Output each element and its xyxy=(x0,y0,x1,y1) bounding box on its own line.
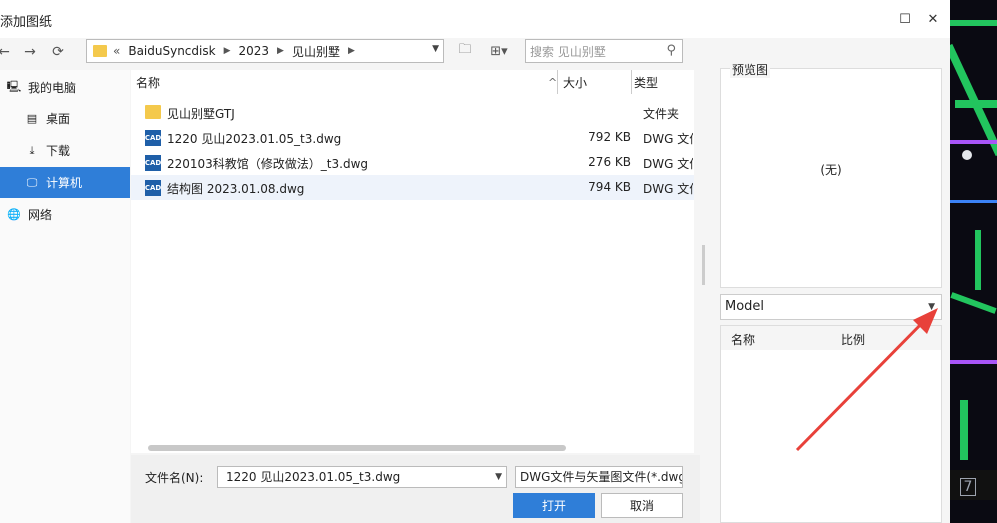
monitor-icon: 🖵 xyxy=(26,175,38,189)
breadcrumb-overflow[interactable]: « xyxy=(113,44,120,58)
chevron-down-icon[interactable]: ▼ xyxy=(432,44,439,54)
column-header-name[interactable]: 名称 xyxy=(731,331,755,348)
filetype-select[interactable]: DWG文件与矢量图文件(*.dwg xyxy=(515,466,683,488)
file-size: 276 KB xyxy=(588,155,631,169)
folder-icon xyxy=(93,45,107,57)
list-item[interactable]: 见山别墅GTJ 文件夹 xyxy=(131,100,694,125)
view-mode-button[interactable]: ⊞▾ xyxy=(484,42,514,60)
cad-drawing-background: 7 xyxy=(950,0,997,523)
refresh-button[interactable]: ⟳ xyxy=(48,42,68,62)
breadcrumb-item[interactable]: 见山别墅 xyxy=(292,43,340,60)
chevron-right-icon[interactable]: ▶ xyxy=(224,46,231,56)
cancel-button[interactable]: 取消 xyxy=(601,493,683,518)
arrow-right-icon: → xyxy=(24,44,36,60)
maximize-button[interactable]: ☐ xyxy=(894,8,916,30)
sidebar: 🖳 我的电脑 ▤ 桌面 ⤓ 下载 🖵 计算机 🌐 网络 xyxy=(0,70,130,523)
file-size: 792 KB xyxy=(588,130,631,144)
cad-file-icon: CAD xyxy=(145,155,161,171)
file-type: 文件夹 xyxy=(643,107,680,121)
sidebar-item-label: 我的电脑 xyxy=(28,81,77,95)
chevron-right-icon[interactable]: ▶ xyxy=(277,46,284,56)
list-item[interactable]: CAD 结构图 2023.01.08.dwg 794 KB DWG 文件 xyxy=(131,175,694,200)
column-header-size[interactable]: 大小 xyxy=(563,70,631,94)
sidebar-item-label: 桌面 xyxy=(46,112,71,126)
new-folder-icon: 🗀 xyxy=(458,42,472,57)
file-name: 1220 见山2023.01.05_t3.dwg xyxy=(167,132,342,146)
address-bar[interactable]: « BaiduSyncdisk ▶ 2023 ▶ 见山别墅 ▶ ▼ xyxy=(86,39,444,63)
open-button[interactable]: 打开 xyxy=(513,493,595,518)
desktop-icon: ▤ xyxy=(26,112,38,125)
column-header-type[interactable]: 类型 xyxy=(634,70,694,94)
preview-label: 预览图 xyxy=(730,61,771,78)
file-size: 794 KB xyxy=(588,180,631,194)
bottom-bar: 文件名(N): 1220 见山2023.01.05_t3.dwg ▼ DWG文件… xyxy=(131,455,700,523)
filename-input[interactable]: 1220 见山2023.01.05_t3.dwg ▼ xyxy=(217,466,507,488)
search-placeholder: 搜索 见山别墅 xyxy=(530,44,606,59)
sidebar-item-network[interactable]: 🌐 网络 xyxy=(0,199,130,230)
file-type: DWG 文件 xyxy=(643,182,693,196)
dialog-title: 添加图纸 xyxy=(0,15,53,30)
breadcrumb-item[interactable]: BaiduSyncdisk xyxy=(128,44,215,58)
sidebar-item-my-computer[interactable]: 🖳 我的电脑 xyxy=(0,72,130,103)
sidebar-item-label: 计算机 xyxy=(46,176,83,190)
horizontal-scrollbar[interactable] xyxy=(148,445,566,451)
sidebar-item-label: 网络 xyxy=(28,208,53,222)
navigation-bar: ← → ⟳ « BaiduSyncdisk ▶ 2023 ▶ 见山别墅 ▶ ▼ … xyxy=(0,38,700,66)
download-icon: ⤓ xyxy=(29,143,35,157)
close-icon: ✕ xyxy=(927,11,939,27)
list-item[interactable]: CAD 220103科教馆（修改做法）_t3.dwg 276 KB DWG 文件 xyxy=(131,150,694,175)
column-divider[interactable] xyxy=(631,70,632,94)
annotation-arrow xyxy=(795,308,938,452)
file-type: DWG 文件 xyxy=(643,157,693,171)
close-button[interactable]: ✕ xyxy=(922,8,944,30)
computer-icon: 🖳 xyxy=(6,80,22,93)
sidebar-item-desktop[interactable]: ▤ 桌面 xyxy=(0,103,130,134)
preview-panel: (无) xyxy=(720,68,942,288)
arrow-left-icon: ← xyxy=(0,44,10,60)
new-folder-button[interactable]: 🗀 xyxy=(455,42,475,60)
search-icon[interactable]: ⚲ xyxy=(666,43,676,58)
list-item[interactable]: CAD 1220 见山2023.01.05_t3.dwg 792 KB DWG … xyxy=(131,125,694,150)
cad-file-icon: CAD xyxy=(145,180,161,196)
column-header-name[interactable]: 名称 ^ xyxy=(136,70,558,94)
sidebar-item-computer[interactable]: 🖵 计算机 xyxy=(0,167,130,198)
file-name: 结构图 2023.01.08.dwg xyxy=(167,182,305,196)
chevron-right-icon[interactable]: ▶ xyxy=(348,46,355,56)
page-number: 7 xyxy=(960,478,976,496)
globe-icon: 🌐 xyxy=(7,208,21,221)
chevron-down-icon[interactable]: ▼ xyxy=(495,467,502,487)
forward-button[interactable]: → xyxy=(20,42,40,62)
grid-view-icon: ⊞▾ xyxy=(490,43,508,59)
splitter-handle[interactable] xyxy=(702,245,705,285)
sidebar-item-downloads[interactable]: ⤓ 下载 xyxy=(0,135,130,166)
preview-empty-text: (无) xyxy=(820,163,842,177)
sort-up-icon: ^ xyxy=(548,75,558,89)
back-button[interactable]: ← xyxy=(0,42,14,62)
file-list: 名称 ^ 大小 类型 见山别墅GTJ 文件夹 CAD 1220 见山2023.0… xyxy=(131,70,694,453)
file-name: 220103科教馆（修改做法）_t3.dwg xyxy=(167,157,369,171)
sidebar-item-label: 下载 xyxy=(46,144,71,158)
file-name: 见山别墅GTJ xyxy=(167,107,235,121)
refresh-icon: ⟳ xyxy=(52,44,64,60)
search-box[interactable]: 搜索 见山别墅 ⚲ xyxy=(525,39,683,63)
column-divider[interactable] xyxy=(557,70,558,94)
cad-file-icon: CAD xyxy=(145,130,161,146)
folder-icon xyxy=(145,105,161,119)
breadcrumb: « BaiduSyncdisk ▶ 2023 ▶ 见山别墅 ▶ xyxy=(113,43,363,60)
maximize-icon: ☐ xyxy=(899,11,911,27)
filename-label: 文件名(N): xyxy=(145,471,204,485)
file-type: DWG 文件 xyxy=(643,132,693,146)
breadcrumb-item[interactable]: 2023 xyxy=(238,44,269,58)
title-bar: 添加图纸 ☐ ✕ xyxy=(0,0,950,38)
